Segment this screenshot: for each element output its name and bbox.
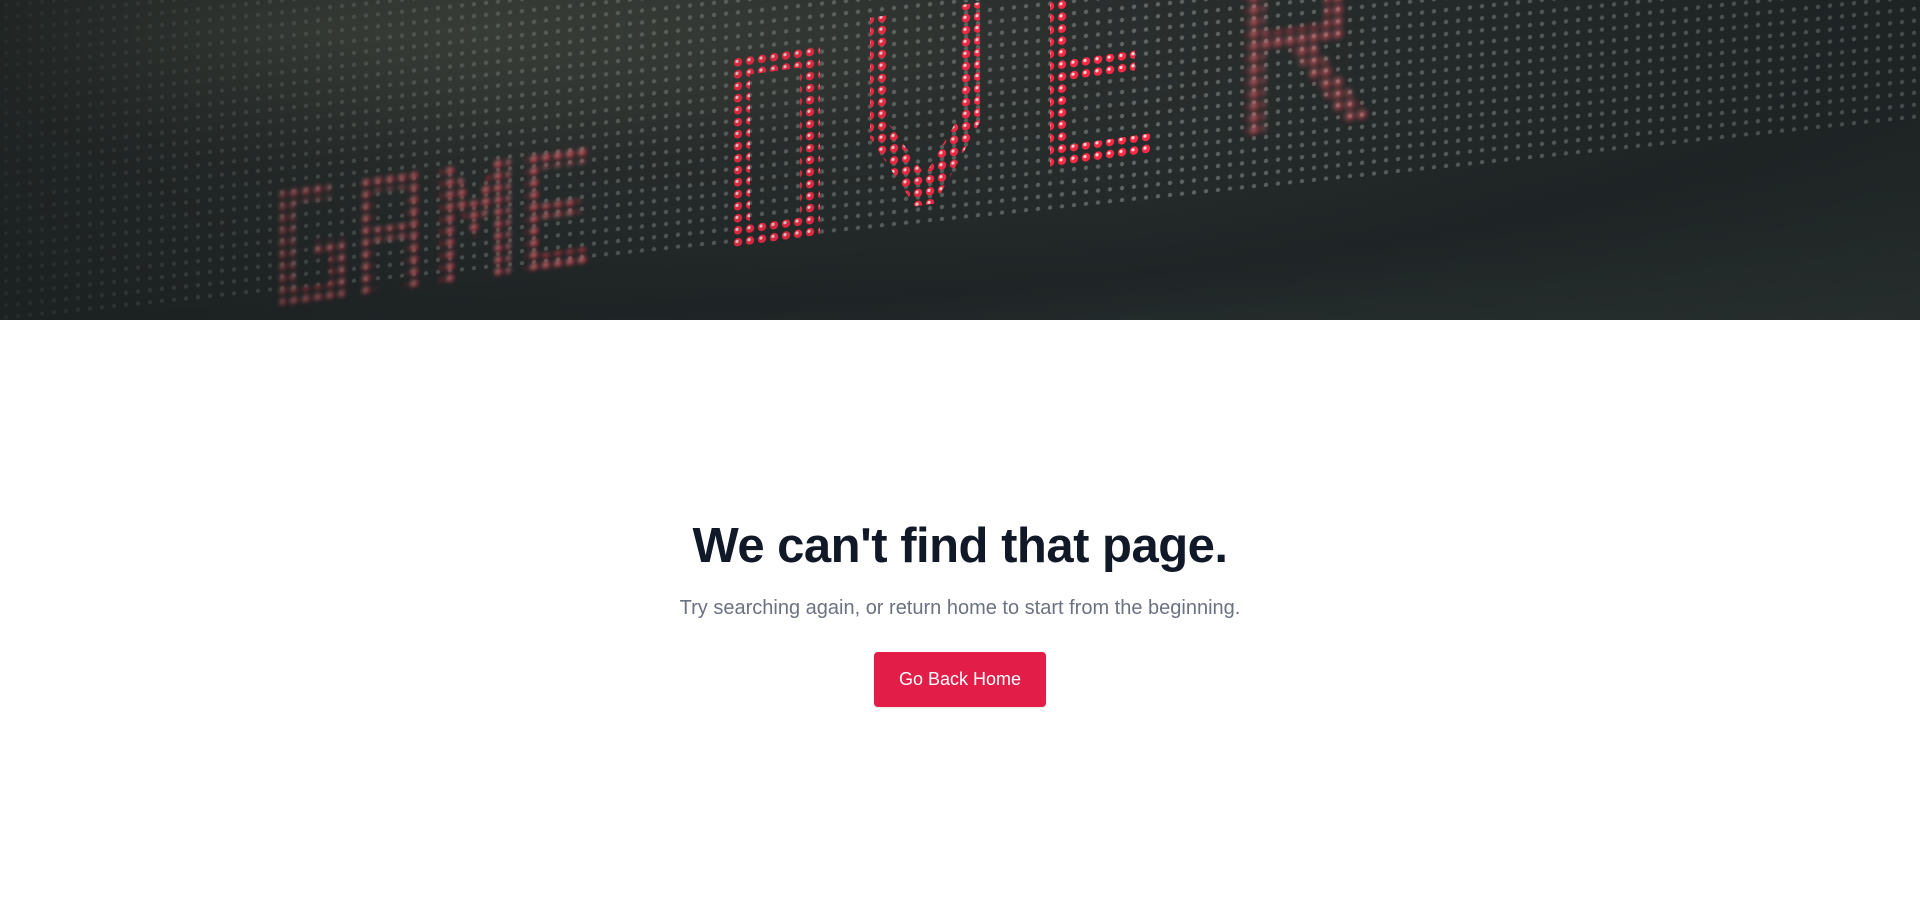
led-display-illustration	[0, 0, 1920, 320]
page-subtitle: Try searching again, or return home to s…	[679, 596, 1241, 619]
go-back-home-button[interactable]: Go Back Home	[873, 651, 1047, 707]
page-title: We can't find that page.	[692, 519, 1228, 573]
hero-banner-image	[0, 0, 1920, 320]
not-found-content: We can't find that page. Try searching a…	[0, 519, 1920, 707]
